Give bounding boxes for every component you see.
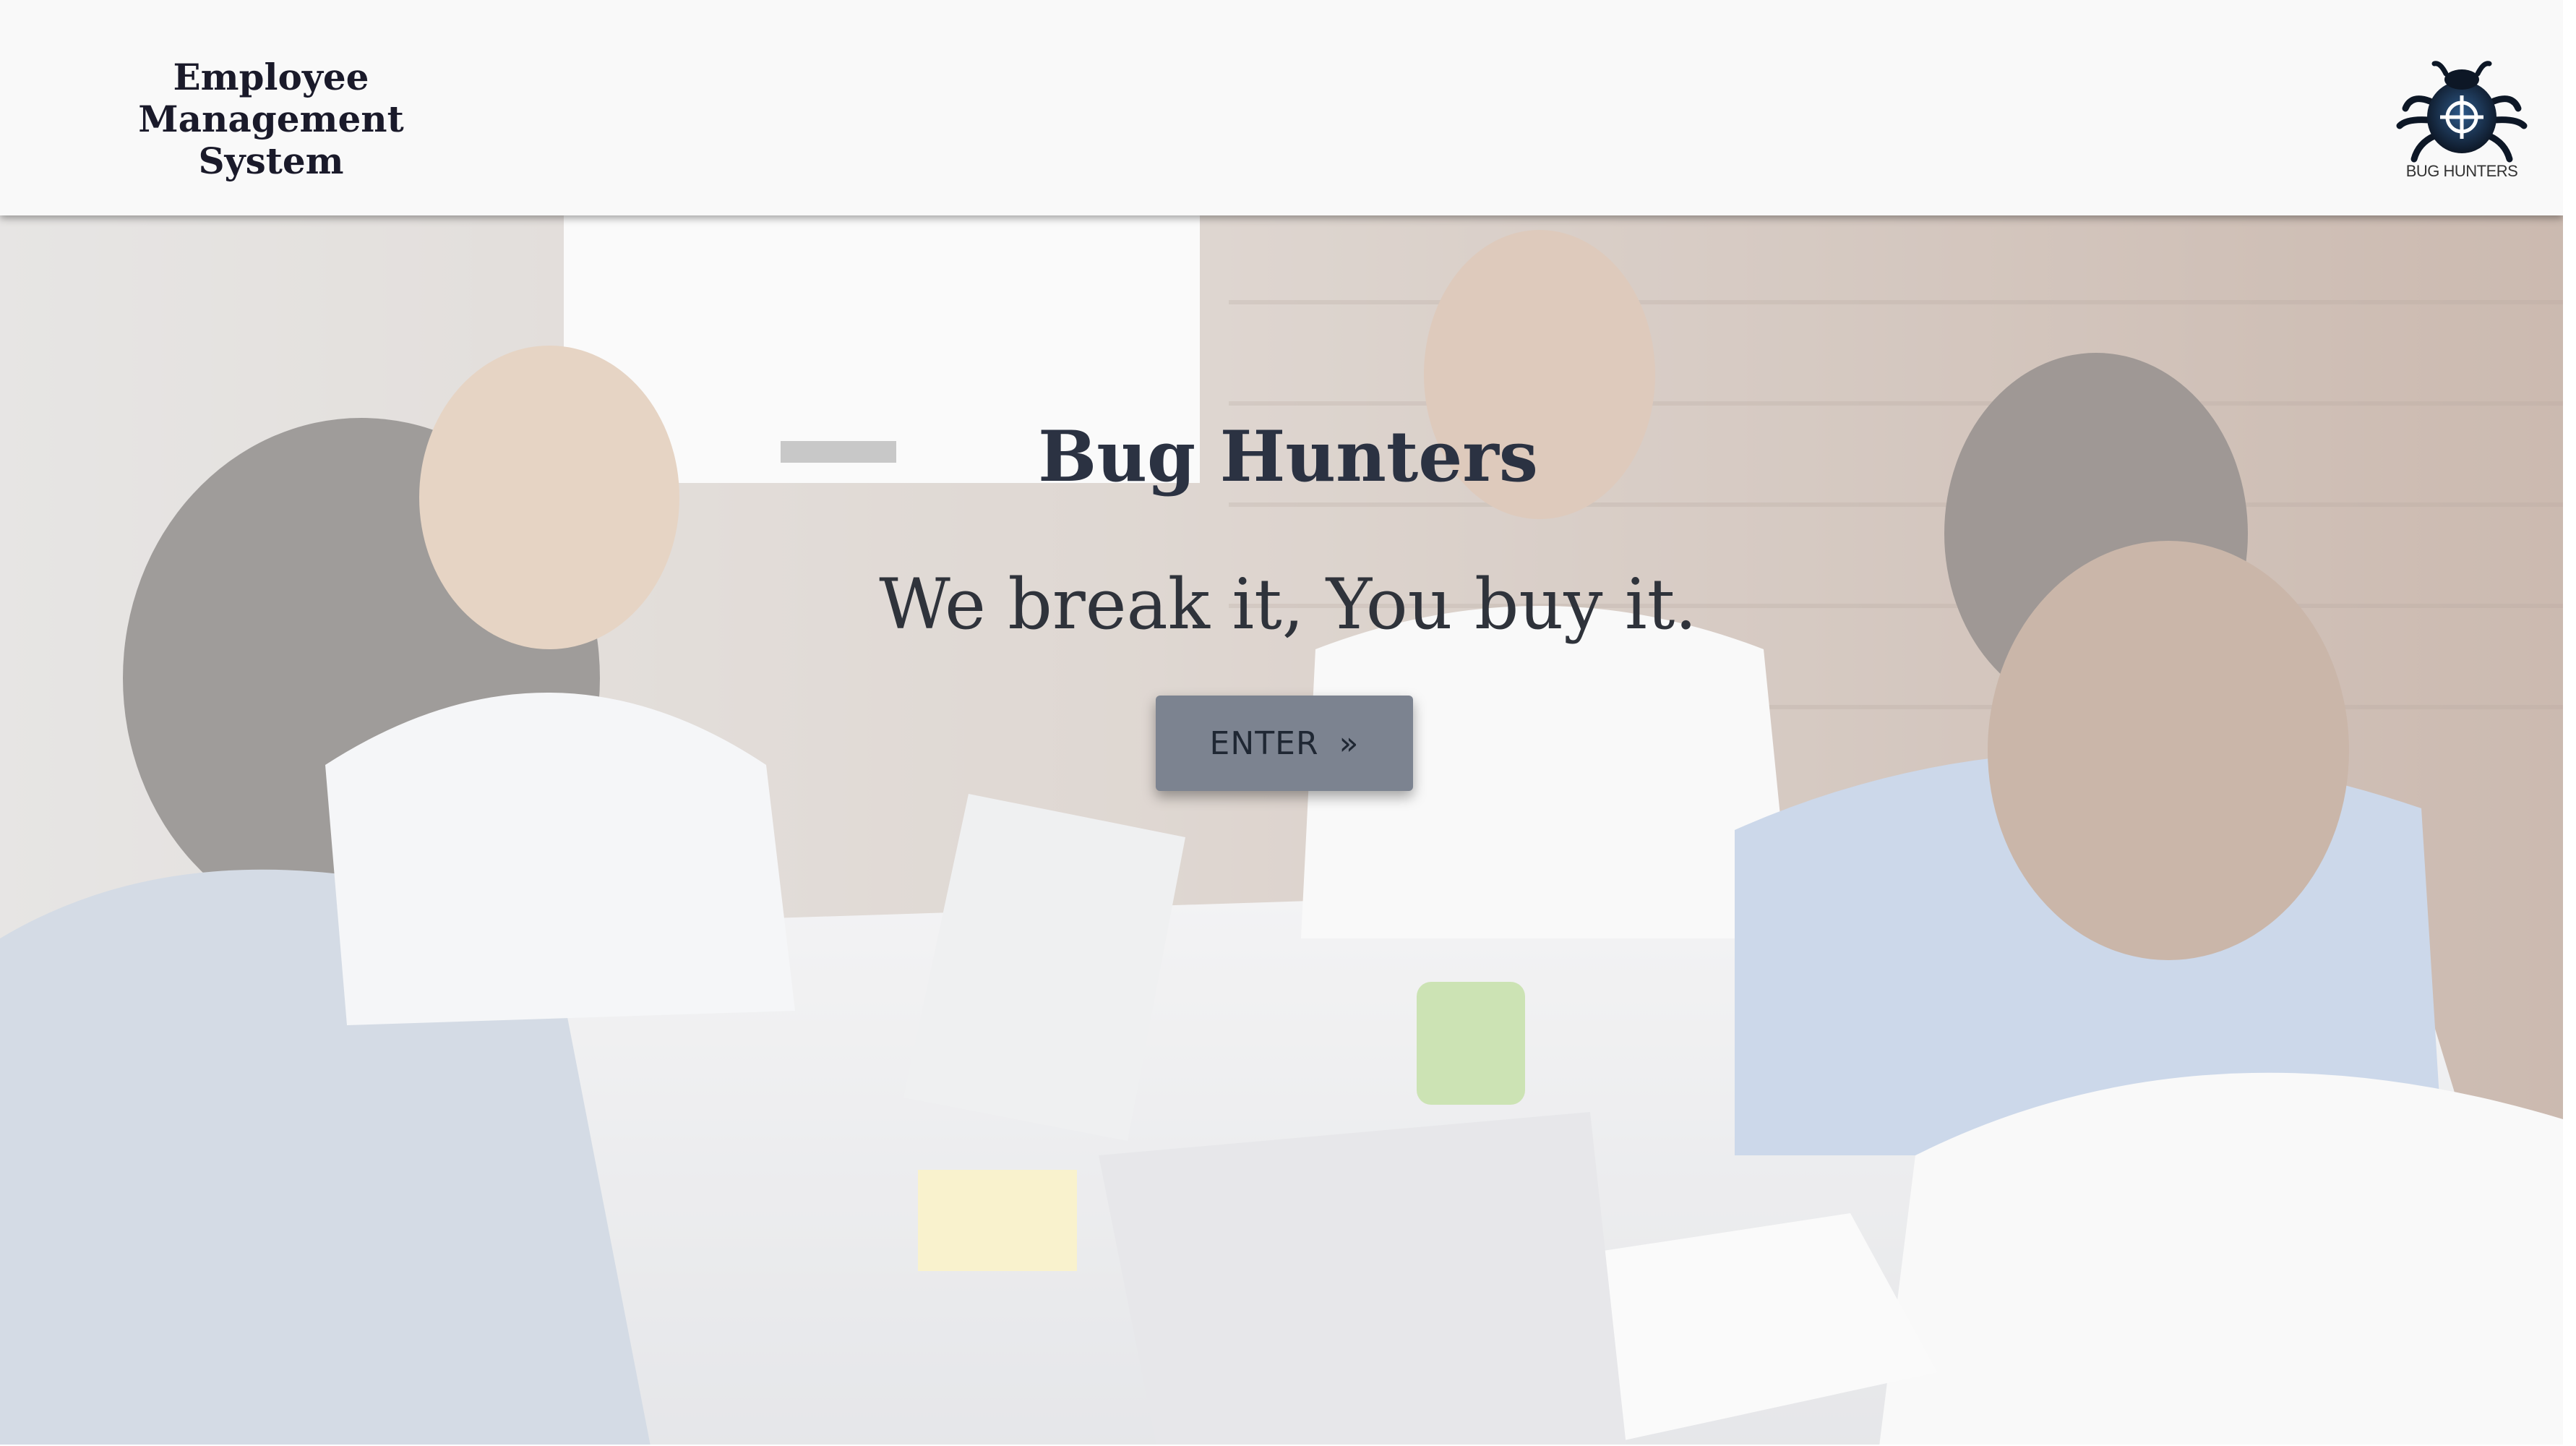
bug-hunters-logo: BUG HUNTERS [2390,58,2534,188]
hero-section [0,215,2563,1446]
hero-title: Bug Hunters [1038,416,1538,497]
brand-line-1: Employee [173,56,369,98]
enter-button[interactable]: ENTER » [1156,696,1413,791]
right-edge-gap [2563,0,2576,1446]
hero-tagline: We break it, You buy it. [879,564,1697,645]
double-chevron-right-icon: » [1339,724,1360,762]
bug-crosshair-icon [2396,61,2528,163]
landing-page: Employee Management System BUG HUNTERS B… [0,0,2576,1446]
app-brand-title: Employee Management System [123,56,419,182]
brand-line-3: System [198,140,344,182]
top-header: Employee Management System BUG HUNTERS [0,0,2563,215]
brand-line-2: Management [138,98,404,140]
hero-overlay [0,215,2563,1446]
logo-text: BUG HUNTERS [2405,162,2518,180]
enter-button-label: ENTER [1209,724,1319,762]
